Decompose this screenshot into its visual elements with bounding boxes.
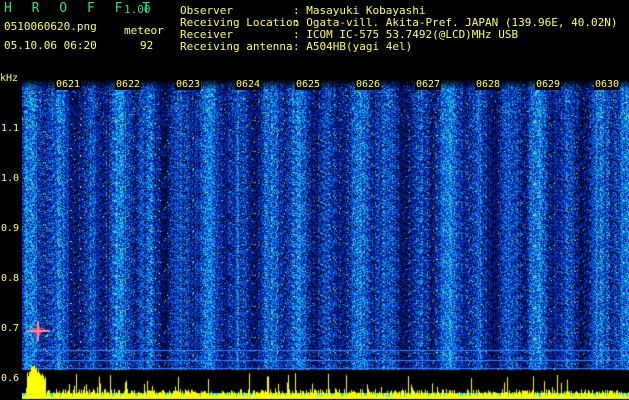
date-time: 05.10.06 06:20 [4, 39, 97, 52]
x-tick-0627: 0627 [415, 79, 442, 90]
y-tick-0-7: 0.7 [1, 323, 20, 334]
y-tick-1-1: 1.1 [1, 123, 20, 134]
x-tick-0625: 0625 [295, 79, 322, 90]
x-tick-0624: 0624 [235, 79, 262, 90]
x-tick-0630: 0630 [594, 79, 621, 90]
x-tick-0628: 0628 [475, 79, 502, 90]
file-name: 0510060620.png [4, 20, 97, 33]
antenna-value: : A504HB(yagi 4el) [293, 40, 413, 53]
detection-count: 92 [140, 39, 154, 52]
mode-label: meteor [124, 24, 164, 37]
y-tick-0-9: 0.9 [1, 223, 20, 234]
y-unit-label: kHz [0, 73, 19, 84]
spectrogram-canvas[interactable] [22, 79, 629, 400]
x-tick-0623: 0623 [175, 79, 202, 90]
x-tick-0629: 0629 [535, 79, 562, 90]
x-tick-0621: 0621 [55, 79, 82, 90]
y-tick-1-0: 1.0 [1, 173, 20, 184]
x-tick-0622: 0622 [115, 79, 142, 90]
y-tick-0-8: 0.8 [1, 273, 20, 284]
app-version: 1.00 [124, 3, 151, 16]
antenna-label: Receiving antenna [180, 40, 293, 53]
x-tick-0626: 0626 [355, 79, 382, 90]
y-tick-0-6: 0.6 [1, 373, 20, 384]
header: H R O F F T 1.00 0510060620.png meteor 0… [0, 0, 629, 78]
